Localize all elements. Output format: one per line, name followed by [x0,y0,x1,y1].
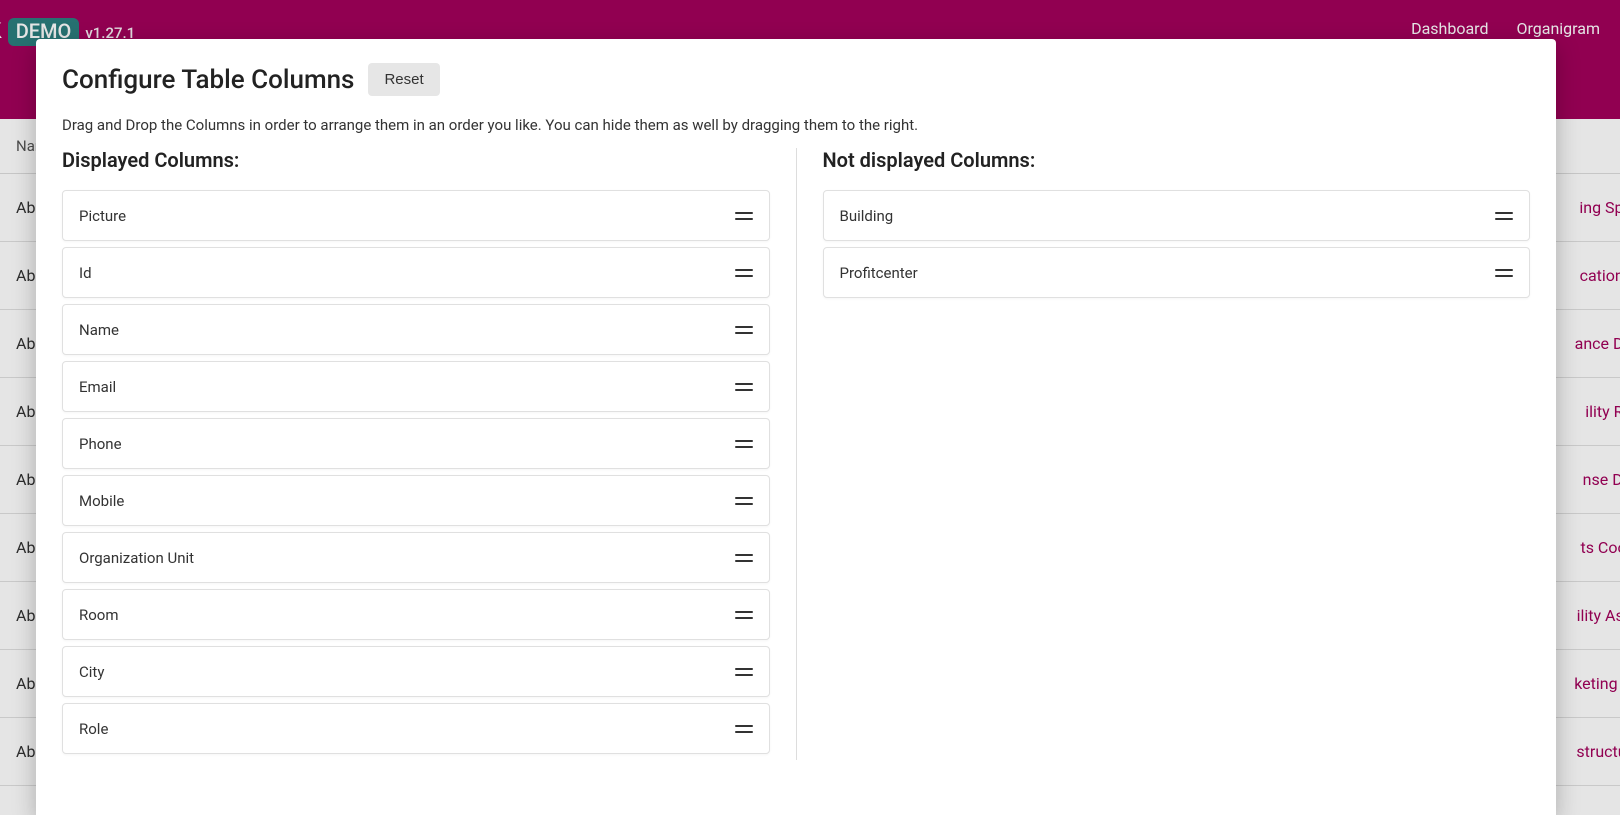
configure-columns-modal: Configure Table Columns Reset Drag and D… [36,39,1556,815]
column-item-label: Name [79,321,119,339]
column-item-label: Email [79,378,116,396]
column-item[interactable]: Id [62,247,770,298]
column-item[interactable]: Phone [62,418,770,469]
column-item-label: Profitcenter [840,264,918,282]
column-item-label: Role [79,720,108,738]
modal-description: Drag and Drop the Columns in order to ar… [62,116,1530,134]
drag-handle-icon[interactable] [735,668,753,676]
column-item[interactable]: Mobile [62,475,770,526]
drag-handle-icon[interactable] [735,554,753,562]
column-item[interactable]: Role [62,703,770,754]
not-displayed-columns-pane: Not displayed Columns: Building Profitcen… [796,148,1531,760]
column-item[interactable]: Room [62,589,770,640]
drag-handle-icon[interactable] [735,269,753,277]
column-item-label: Phone [79,435,122,453]
column-item-label: City [79,663,104,681]
not-displayed-columns-list: Building Profitcenter [823,190,1531,298]
drag-handle-icon[interactable] [735,383,753,391]
columns-area: Displayed Columns: Picture Id Name Email Pho… [62,148,1530,760]
column-item[interactable]: Profitcenter [823,247,1531,298]
not-displayed-columns-heading: Not displayed Columns: [823,148,1531,172]
displayed-columns-list: Picture Id Name Email Phone Mobile Organizatio… [62,190,770,754]
drag-handle-icon[interactable] [1495,212,1513,220]
column-item-label: Mobile [79,492,124,510]
modal-title: Configure Table Columns [62,65,354,95]
column-item-label: Id [79,264,92,282]
drag-handle-icon[interactable] [735,611,753,619]
modal-title-row: Configure Table Columns Reset [62,63,1530,96]
column-item-label: Picture [79,207,126,225]
column-item[interactable]: Picture [62,190,770,241]
column-item[interactable]: Organization Unit [62,532,770,583]
reset-button[interactable]: Reset [368,63,439,96]
displayed-columns-pane: Displayed Columns: Picture Id Name Email Pho… [62,148,770,760]
drag-handle-icon[interactable] [735,725,753,733]
column-item-label: Organization Unit [79,549,194,567]
drag-handle-icon[interactable] [735,440,753,448]
column-item-label: Room [79,606,119,624]
column-item-label: Building [840,207,894,225]
column-item[interactable]: City [62,646,770,697]
column-item[interactable]: Building [823,190,1531,241]
displayed-columns-heading: Displayed Columns: [62,148,770,172]
drag-handle-icon[interactable] [735,497,753,505]
column-item[interactable]: Name [62,304,770,355]
drag-handle-icon[interactable] [735,326,753,334]
drag-handle-icon[interactable] [1495,269,1513,277]
column-item[interactable]: Email [62,361,770,412]
drag-handle-icon[interactable] [735,212,753,220]
